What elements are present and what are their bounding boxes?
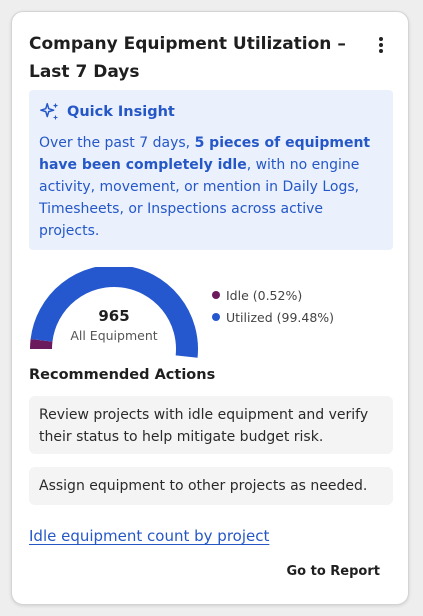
legend-dot-idle: [212, 291, 220, 299]
legend-item-idle: Idle (0.52%): [212, 284, 334, 306]
card-title: Company Equipment Utilization – Last 7 D…: [29, 34, 346, 82]
quick-insight-header: Quick Insight: [39, 100, 381, 124]
more-vertical-icon[interactable]: [368, 32, 394, 58]
gauge-total-value: 965: [98, 307, 130, 325]
sparkles-icon: [40, 102, 59, 121]
quick-insight-text: Over the past 7 days, 5 pieces of equipm…: [39, 132, 381, 242]
quick-insight-panel: Quick Insight Over the past 7 days, 5 pi…: [29, 90, 393, 250]
legend-dot-utilized: [212, 313, 220, 321]
go-to-report-button[interactable]: Go to Report: [287, 564, 381, 579]
gauge-legend: Idle (0.52%) Utilized (99.48%): [212, 284, 334, 328]
legend-label-utilized: Utilized (99.48%): [226, 309, 335, 325]
gauge-total-label: All Equipment: [70, 328, 158, 343]
quick-insight-title: Quick Insight: [67, 104, 175, 120]
recommended-actions-title: Recommended Actions: [29, 367, 216, 383]
equipment-utilization-card: Company Equipment Utilization – Last 7 D…: [11, 11, 409, 605]
legend-label-idle: Idle (0.52%): [226, 287, 303, 303]
recommended-action-item[interactable]: Review projects with idle equipment and …: [29, 396, 393, 454]
utilization-gauge: 965 All Equipment: [29, 265, 199, 367]
gauge-center: 965 All Equipment: [29, 307, 199, 343]
recommended-action-item[interactable]: Assign equipment to other projects as ne…: [29, 467, 393, 505]
insight-text-before: Over the past 7 days,: [39, 135, 195, 151]
legend-item-utilized: Utilized (99.48%): [212, 306, 334, 328]
idle-equipment-link[interactable]: Idle equipment count by project: [29, 527, 269, 545]
card-header: Company Equipment Utilization – Last 7 D…: [29, 30, 359, 86]
